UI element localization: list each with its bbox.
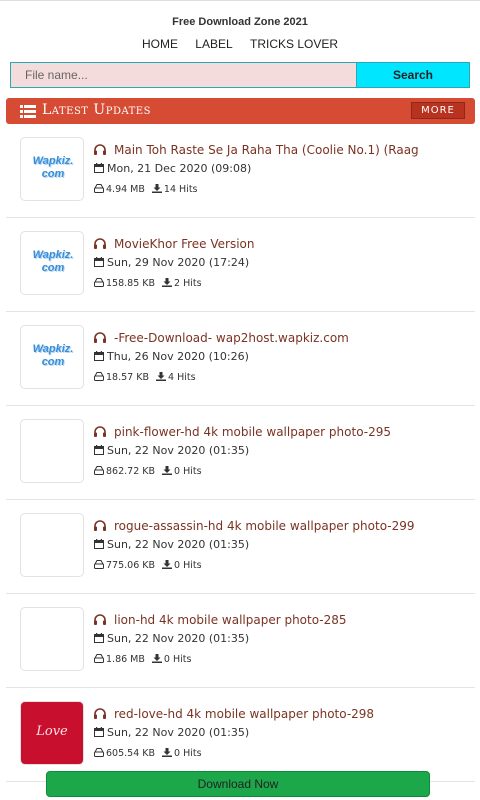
thumbnail[interactable] (20, 607, 84, 671)
download-icon (162, 278, 173, 287)
list-item[interactable]: Wapkiz. com -Free-Download- wap2host.wapk… (6, 312, 475, 406)
calendar-icon (94, 163, 104, 173)
item-title[interactable]: pink-flower-hd 4k mobile wallpaper photo… (94, 425, 391, 439)
thumbnail[interactable]: Wapkiz. com (20, 231, 84, 295)
headphones-icon (94, 426, 106, 437)
search-form: Search (10, 62, 470, 88)
calendar-icon (94, 539, 104, 549)
search-input[interactable] (11, 63, 356, 87)
headphones-icon (94, 614, 106, 625)
thumbnail[interactable]: Wapkiz. com (20, 325, 84, 389)
updates-list: Wapkiz. com Main Toh Raste Se Ja Raha Tha… (6, 124, 475, 782)
headphones-icon (94, 144, 106, 155)
thumbnail[interactable] (20, 419, 84, 483)
search-button[interactable]: Search (356, 63, 469, 87)
site-title: Free Download Zone 2021 (172, 16, 308, 28)
wapkiz-logo: Wapkiz. com (32, 343, 74, 368)
wapkiz-logo: Wapkiz. com (32, 155, 74, 180)
item-title[interactable]: lion-hd 4k mobile wallpaper photo-285 (94, 613, 347, 627)
main-nav: HOME LABEL TRICKS LOVER (0, 37, 480, 51)
item-title[interactable]: red-love-hd 4k mobile wallpaper photo-29… (94, 707, 374, 721)
item-date: Sun, 22 Nov 2020 (01:35) (94, 538, 249, 551)
calendar-icon (94, 727, 104, 737)
section-title: Latest Updates (42, 102, 151, 118)
download-icon (162, 466, 173, 475)
hdd-icon (94, 748, 104, 757)
list-item[interactable]: Wapkiz. com Main Toh Raste Se Ja Raha Tha… (6, 124, 475, 218)
item-date: Sun, 22 Nov 2020 (01:35) (94, 726, 249, 739)
thumbnail[interactable]: Love (20, 701, 84, 765)
latest-updates-header: Latest Updates MORE (6, 98, 475, 124)
wapkiz-logo: Wapkiz. com (32, 249, 74, 274)
download-icon (162, 748, 173, 757)
item-meta: 775.06 KB 0 Hits (94, 560, 202, 571)
item-meta: 862.72 KB 0 Hits (94, 466, 202, 477)
item-title[interactable]: Main Toh Raste Se Ja Raha Tha (Coolie No… (94, 143, 419, 157)
item-meta: 4.94 MB 14 Hits (94, 184, 198, 195)
item-title[interactable]: MovieKhor Free Version (94, 237, 254, 251)
nav-label[interactable]: LABEL (195, 37, 232, 51)
love-thumbnail-text: Love (36, 724, 68, 739)
item-date: Sun, 22 Nov 2020 (01:35) (94, 444, 249, 457)
item-title[interactable]: rogue-assassin-hd 4k mobile wallpaper ph… (94, 519, 415, 533)
list-item[interactable]: pink-flower-hd 4k mobile wallpaper photo… (6, 406, 475, 500)
hdd-icon (94, 278, 104, 287)
download-icon (151, 184, 162, 193)
nav-home[interactable]: HOME (142, 37, 178, 51)
item-meta: 1.86 MB 0 Hits (94, 654, 191, 665)
item-date: Thu, 26 Nov 2020 (10:26) (94, 350, 249, 363)
calendar-icon (94, 633, 104, 643)
download-icon (156, 372, 166, 381)
list-item[interactable]: Love red-love-hd 4k mobile wallpaper pho… (6, 688, 475, 782)
hdd-icon (94, 654, 104, 663)
download-now-button[interactable]: Download Now (46, 771, 430, 797)
thumbnail[interactable]: Wapkiz. com (20, 137, 84, 201)
list-item[interactable]: rogue-assassin-hd 4k mobile wallpaper ph… (6, 500, 475, 594)
nav-tricks-lover[interactable]: TRICKS LOVER (250, 37, 338, 51)
item-date: Sun, 22 Nov 2020 (01:35) (94, 632, 249, 645)
headphones-icon (94, 332, 106, 343)
calendar-icon (94, 445, 104, 455)
download-icon (162, 560, 173, 569)
item-date: Sun, 29 Nov 2020 (17:24) (94, 256, 249, 269)
hdd-icon (94, 184, 104, 193)
calendar-icon (94, 257, 104, 267)
hdd-icon (94, 466, 104, 475)
item-date: Mon, 21 Dec 2020 (09:08) (94, 162, 251, 175)
list-item[interactable]: Wapkiz. com MovieKhor Free Version Sun, 2… (6, 218, 475, 312)
item-title[interactable]: -Free-Download- wap2host.wapkiz.com (94, 331, 349, 345)
more-button[interactable]: MORE (411, 102, 465, 119)
item-meta: 158.85 KB 2 Hits (94, 278, 202, 289)
list-item[interactable]: lion-hd 4k mobile wallpaper photo-285 Su… (6, 594, 475, 688)
list-icon (20, 105, 36, 118)
top-divider (0, 0, 480, 1)
headphones-icon (94, 708, 106, 719)
download-icon (151, 654, 162, 663)
item-meta: 18.57 KB 4 Hits (94, 372, 196, 383)
calendar-icon (94, 351, 104, 361)
thumbnail[interactable] (20, 513, 84, 577)
hdd-icon (94, 372, 104, 381)
item-meta: 605.54 KB 0 Hits (94, 748, 202, 759)
headphones-icon (94, 520, 106, 531)
hdd-icon (94, 560, 104, 569)
headphones-icon (94, 238, 106, 249)
